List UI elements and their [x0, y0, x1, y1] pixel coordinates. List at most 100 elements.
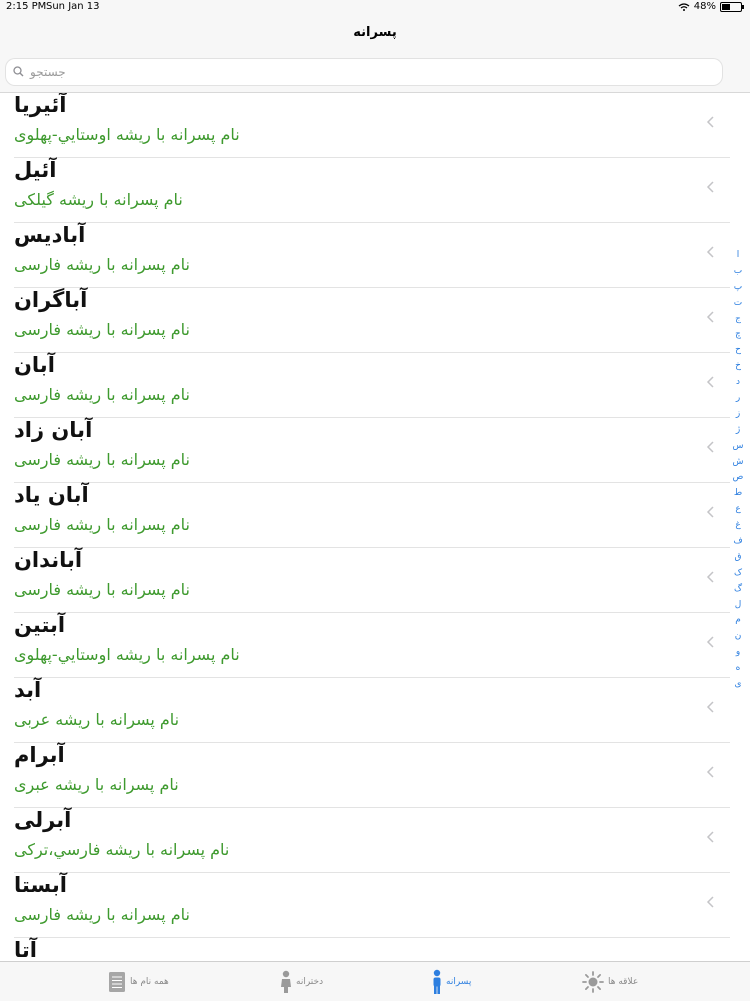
status-time: 2:15 PM [6, 1, 47, 12]
list-item[interactable]: آبرلی نام پسرانه با ریشه فارسي،ترکی [14, 808, 730, 873]
name-title: آبد [14, 678, 42, 702]
battery-icon [720, 1, 744, 12]
index-letter[interactable]: ن [735, 629, 742, 645]
name-title: آبرلی [14, 808, 72, 832]
battery-level-fill [722, 3, 731, 10]
index-letter[interactable]: ش [733, 455, 744, 471]
chevron-left-icon [706, 376, 714, 388]
index-letter[interactable]: ف [733, 534, 742, 550]
chevron-left-icon [706, 831, 714, 843]
list-item[interactable]: آتا [14, 938, 730, 961]
chevron-left-icon [706, 441, 714, 453]
index-letter[interactable]: پ [734, 280, 742, 296]
name-origin: نام پسرانه با ریشه فارسی [14, 385, 190, 404]
index-letter[interactable]: چ [735, 327, 741, 343]
index-letter[interactable]: ص [733, 470, 744, 486]
index-letter[interactable]: ع [735, 502, 740, 518]
index-letter[interactable]: غ [735, 518, 740, 534]
tab-favorites[interactable]: علاقه ها [582, 968, 638, 996]
status-bar: 2:15 PM Sun Jan 13 48% [0, 0, 750, 14]
chevron-left-icon [706, 116, 714, 128]
index-letter[interactable]: د [736, 375, 740, 391]
list-item[interactable]: آباگران نام پسرانه با ریشه فارسی [14, 288, 730, 353]
list-item[interactable]: آبان زاد نام پسرانه با ریشه فارسی [14, 418, 730, 483]
name-origin: نام پسرانه با ریشه فارسی [14, 515, 190, 534]
name-origin: نام پسرانه با ریشه فارسی [14, 255, 190, 274]
tab-all-names[interactable]: همه نام ها [108, 968, 169, 996]
index-letter[interactable]: ب [734, 264, 742, 280]
index-letter[interactable]: م [735, 613, 741, 629]
name-title: آبادیس [14, 223, 86, 247]
name-title: آتا [14, 938, 37, 961]
name-title: آباگران [14, 288, 88, 312]
tab-label: پسرانه [446, 977, 472, 987]
name-origin: نام پسرانه با ریشه فارسی [14, 450, 190, 469]
index-letter[interactable]: ل [735, 598, 742, 614]
name-origin: نام پسرانه با ریشه فارسي،ترکی [14, 840, 230, 859]
name-origin: نام پسرانه با ریشه گیلکی [14, 190, 183, 209]
nav-bar: پسرانه [0, 14, 750, 52]
list-item[interactable]: آبد نام پسرانه با ریشه عربی [14, 678, 730, 743]
chevron-left-icon [706, 311, 714, 323]
chevron-left-icon [706, 636, 714, 648]
name-title: آبان [14, 353, 55, 377]
search-placeholder: جستجو [30, 65, 66, 79]
tab-bar: همه نام ها دخترانه پسرانه علاقه ها [0, 961, 750, 1001]
index-letter[interactable]: ط [734, 486, 742, 502]
alphabet-index[interactable]: ابپتجچحخدرزژسشصطعغفقکگلمنوهی [732, 248, 744, 693]
status-date: Sun Jan 13 [46, 1, 100, 12]
list-item[interactable]: آباندان نام پسرانه با ریشه فارسی [14, 548, 730, 613]
index-letter[interactable]: ز [736, 407, 740, 423]
name-origin: نام پسرانه با ریشه اوستايي-پهلوی [14, 125, 240, 144]
list-item[interactable]: آبان یاد نام پسرانه با ریشه فارسی [14, 483, 730, 548]
name-origin: نام پسرانه با ریشه فارسی [14, 320, 190, 339]
tab-label: علاقه ها [608, 977, 639, 987]
tab-boys[interactable]: پسرانه [432, 968, 471, 996]
chevron-left-icon [706, 896, 714, 908]
list-item[interactable]: آبان نام پسرانه با ریشه فارسی [14, 353, 730, 418]
boy-icon [433, 969, 441, 994]
name-title: آباندان [14, 548, 83, 572]
name-title: آئيريا [14, 93, 67, 117]
index-letter[interactable]: ج [735, 312, 741, 328]
index-letter[interactable]: ر [736, 391, 740, 407]
tab-girls[interactable]: دخترانه [280, 968, 323, 996]
index-letter[interactable]: و [736, 645, 740, 661]
name-title: آبان یاد [14, 483, 89, 507]
index-letter[interactable]: ک [734, 566, 742, 582]
name-origin: نام پسرانه با ریشه عربی [14, 710, 180, 729]
index-letter[interactable]: ژ [736, 423, 740, 439]
name-origin: نام پسرانه با ریشه فارسی [14, 580, 190, 599]
status-indicators: 48% [678, 1, 744, 12]
list-item[interactable]: آبستا نام پسرانه با ریشه فارسی [14, 873, 730, 938]
name-origin: نام پسرانه با ریشه اوستايي-پهلوی [14, 645, 240, 664]
index-letter[interactable]: گ [734, 582, 742, 598]
index-letter[interactable]: ح [735, 343, 741, 359]
index-letter[interactable]: ق [735, 550, 742, 566]
list-icon [109, 972, 125, 992]
girl-icon [281, 970, 291, 993]
name-title: آبرام [14, 743, 65, 767]
names-list[interactable]: آئيريا نام پسرانه با ریشه اوستايي-پهلوی آئ… [0, 93, 730, 961]
name-title: آئیل [14, 158, 57, 182]
index-letter[interactable]: س [733, 439, 744, 455]
list-item[interactable]: آئيريا نام پسرانه با ریشه اوستايي-پهلوی [14, 93, 730, 158]
sun-icon [582, 971, 604, 993]
chevron-left-icon [706, 766, 714, 778]
index-letter[interactable]: ا [737, 248, 740, 264]
chevron-left-icon [706, 506, 714, 518]
list-item[interactable]: آئیل نام پسرانه با ریشه گیلکی [14, 158, 730, 223]
search-icon [13, 66, 24, 77]
index-letter[interactable]: ی [734, 677, 741, 693]
tab-label: همه نام ها [130, 977, 169, 987]
index-letter[interactable]: ه [736, 661, 741, 677]
battery-percent: 48% [693, 1, 716, 12]
index-letter[interactable]: ت [734, 296, 742, 312]
wifi-icon [678, 2, 690, 11]
list-item[interactable]: آبادیس نام پسرانه با ریشه فارسی [14, 223, 730, 288]
index-letter[interactable]: خ [735, 359, 741, 375]
list-item[interactable]: آبتین نام پسرانه با ریشه اوستايي-پهلوی [14, 613, 730, 678]
search-input[interactable]: جستجو [6, 59, 722, 85]
list-item[interactable]: آبرام نام پسرانه با ریشه عبری [14, 743, 730, 808]
search-bar: جستجو [0, 52, 750, 93]
